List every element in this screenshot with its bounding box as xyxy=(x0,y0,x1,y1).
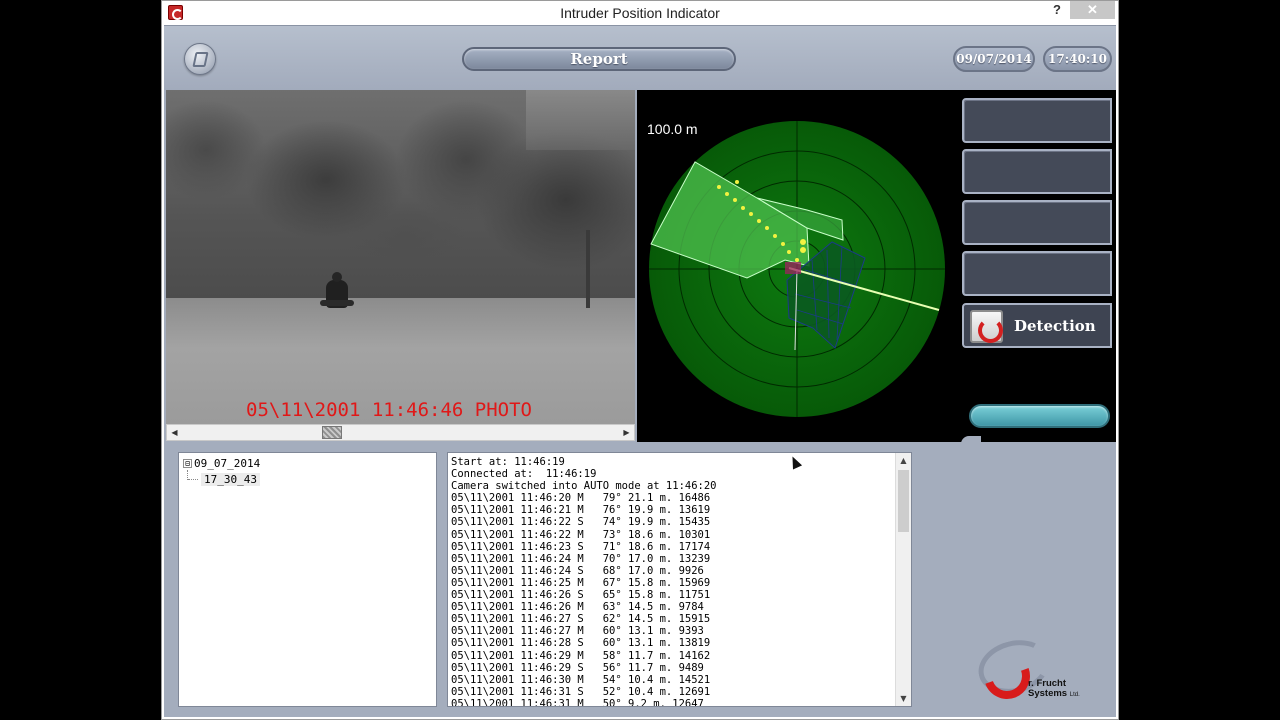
scroll-thumb[interactable] xyxy=(322,426,342,439)
date-display: 09/07/2014 xyxy=(953,46,1035,72)
report-button[interactable]: Report xyxy=(462,47,736,71)
log-line: 05\11\2001 11:46:20 M 79° 21.1 m. 16486 xyxy=(451,492,711,505)
log-scroll-thumb[interactable] xyxy=(898,470,909,532)
log-line: 05\11\2001 11:46:28 S 60° 13.1 m. 13819 xyxy=(451,637,711,650)
log-text: Start at: 11:46:19 Connected at: 11:46:19… xyxy=(451,456,717,707)
log-line: 05\11\2001 11:46:25 M 67° 15.8 m. 15969 xyxy=(451,576,711,589)
tree-connector-h xyxy=(188,479,198,480)
log-line: 05\11\2001 11:46:30 M 54° 10.4 m. 14521 xyxy=(451,673,711,686)
detection-button[interactable]: Detection xyxy=(962,303,1112,348)
log-line: 05\11\2001 11:46:26 M 63° 14.5 m. 9784 xyxy=(451,601,704,614)
log-line: 05\11\2001 11:46:21 M 76° 19.9 m. 13619 xyxy=(451,504,711,517)
scroll-left-icon[interactable]: ◀ xyxy=(167,425,182,440)
log-line: 05\11\2001 11:46:22 S 74° 19.9 m. 15435 xyxy=(451,516,711,529)
session-tree: ⊟ 09_07_2014 17_30_43 xyxy=(178,452,437,707)
detection-logo-icon xyxy=(970,310,1003,343)
tree-item-root-label: 09_07_2014 xyxy=(194,457,261,470)
detection-label: Detection xyxy=(1014,317,1096,335)
client-area: Report 09/07/2014 17:40:10 05\11\2001 11… xyxy=(164,25,1116,717)
radar-display[interactable] xyxy=(637,90,961,442)
radar-panel: 100.0 m xyxy=(637,90,961,442)
side-button-3[interactable] xyxy=(962,200,1112,245)
log-line: Connected at: 11:46:19 xyxy=(451,468,597,481)
log-line: 05\11\2001 11:46:29 M 58° 11.7 m. 14162 xyxy=(451,649,711,662)
log-line: Camera switched into AUTO mode at 11:46:… xyxy=(451,480,717,493)
brand-line-2: Systems xyxy=(1028,688,1068,699)
help-button[interactable]: ? xyxy=(1050,2,1064,20)
brand-text: r. Frucht Systems Ltd. xyxy=(1028,679,1080,700)
event-log: Start at: 11:46:19 Connected at: 11:46:19… xyxy=(447,452,912,707)
window-title: Intruder Position Indicator xyxy=(560,5,720,21)
radar-scale-label: 100.0 m xyxy=(647,121,698,137)
log-line: Start at: 11:46:19 xyxy=(451,456,565,468)
tree-item-child[interactable]: 17_30_43 xyxy=(201,473,260,486)
camera-sky xyxy=(526,90,635,150)
scroll-right-icon[interactable]: ▶ xyxy=(619,425,634,440)
side-button-1[interactable] xyxy=(962,98,1112,143)
close-button[interactable]: ✕ xyxy=(1070,1,1115,19)
time-display: 17:40:10 xyxy=(1043,46,1112,72)
camera-intruder xyxy=(320,272,354,308)
camera-timestamp-overlay: 05\11\2001 11:46:46 PHOTO xyxy=(246,399,532,421)
camera-view: 05\11\2001 11:46:46 PHOTO xyxy=(166,90,635,424)
book-icon[interactable] xyxy=(184,43,216,75)
camera-scrollbar[interactable]: ◀ ▶ xyxy=(166,424,635,441)
brand-ltd: Ltd. xyxy=(1069,692,1080,698)
log-line: 05\11\2001 11:46:27 S 62° 14.5 m. 15915 xyxy=(451,613,711,626)
side-button-2[interactable] xyxy=(962,149,1112,194)
title-bar: Intruder Position Indicator ? ✕ xyxy=(162,1,1118,25)
scroll-down-icon[interactable]: ▼ xyxy=(896,691,911,706)
log-scrollbar[interactable]: ▲ ▼ xyxy=(895,453,911,706)
brand-logo: r. Frucht Systems Ltd. xyxy=(964,631,1094,707)
scroll-up-icon[interactable]: ▲ xyxy=(896,453,911,468)
tree-item-root[interactable]: ⊟ 09_07_2014 xyxy=(183,457,260,470)
app-window: Intruder Position Indicator ? ✕ Report 0… xyxy=(161,0,1119,720)
log-line: 05\11\2001 11:46:22 M 73° 18.6 m. 10301 xyxy=(451,528,711,541)
side-button-4[interactable] xyxy=(962,251,1112,296)
log-line: 05\11\2001 11:46:31 S 52° 10.4 m. 12691 xyxy=(451,685,711,698)
camera-post xyxy=(586,230,590,308)
log-line: 05\11\2001 11:46:31 M 50° 9.2 m. 12647 xyxy=(451,697,704,707)
log-line: 05\11\2001 11:46:27 M 60° 13.1 m. 9393 xyxy=(451,625,704,638)
action-button[interactable] xyxy=(969,404,1110,428)
collapse-icon[interactable]: ⊟ xyxy=(183,459,192,468)
header-bar: Report 09/07/2014 17:40:10 xyxy=(164,26,1116,90)
radar-origin-marker xyxy=(785,262,801,274)
panel-corner xyxy=(961,436,981,444)
log-line: 05\11\2001 11:46:24 M 70° 17.0 m. 13239 xyxy=(451,552,711,565)
log-line: 05\11\2001 11:46:26 S 65° 15.8 m. 11751 xyxy=(451,589,711,602)
log-line: 05\11\2001 11:46:29 S 56° 11.7 m. 9489 xyxy=(451,661,704,674)
log-line: 05\11\2001 11:46:23 S 71° 18.6 m. 17174 xyxy=(451,540,711,553)
log-line: 05\11\2001 11:46:24 S 68° 17.0 m. 9926 xyxy=(451,564,704,577)
